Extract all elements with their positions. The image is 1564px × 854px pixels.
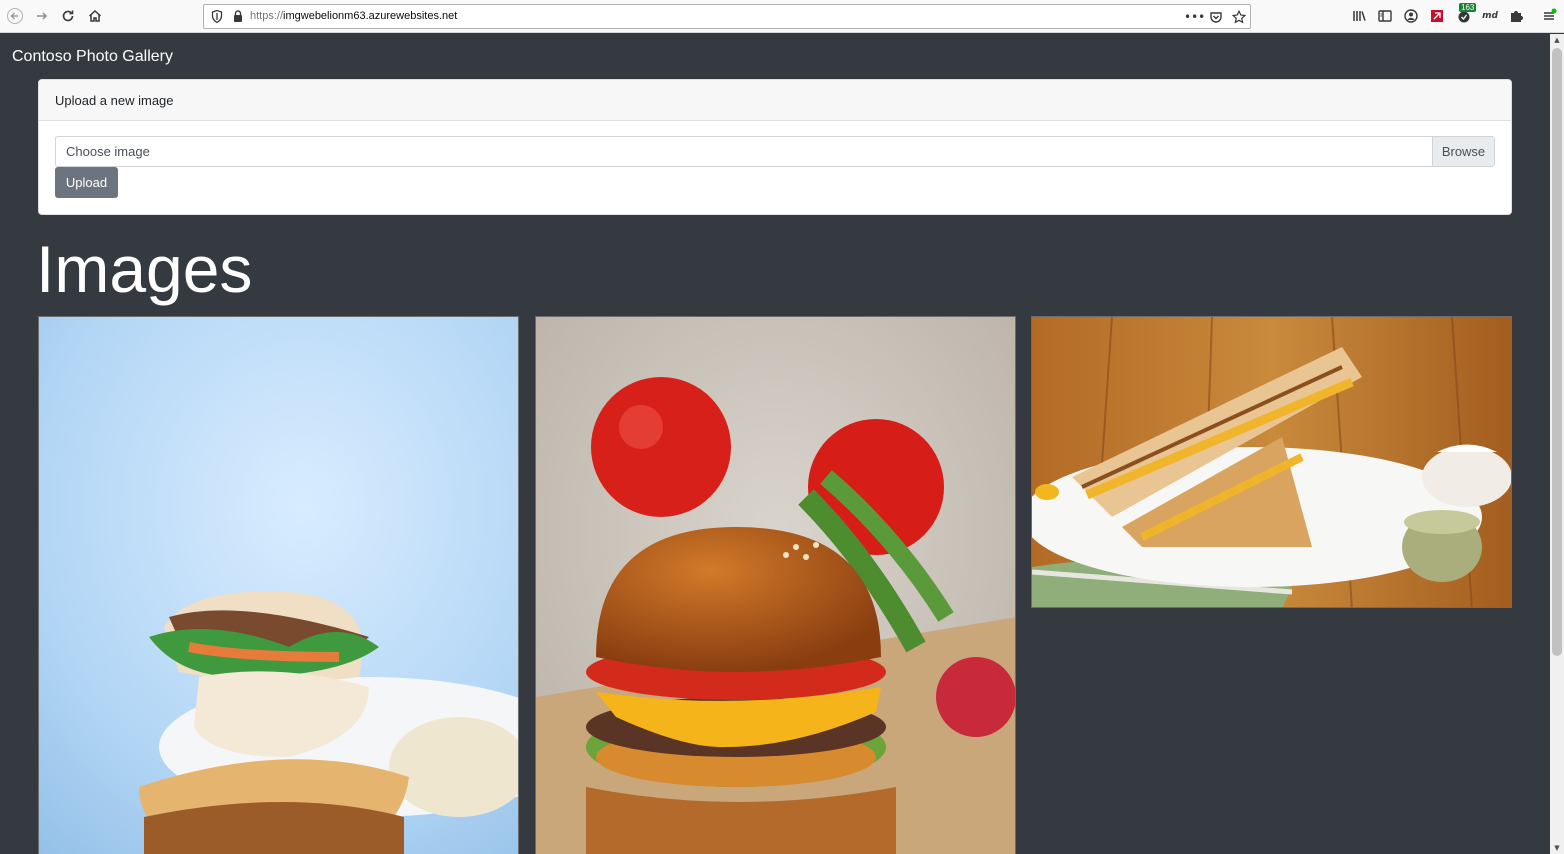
page-actions-menu[interactable]: ••• <box>1184 8 1205 26</box>
file-input-label: Choose image <box>66 144 150 159</box>
browser-toolbar: https://imgwebelionm63.azurewebsites.net… <box>0 0 1564 33</box>
pdf-extension-button[interactable] <box>1426 5 1448 27</box>
upload-card: Upload a new image Choose image Browse U… <box>38 79 1512 215</box>
url-bar[interactable]: https://imgwebelionm63.azurewebsites.net… <box>203 4 1251 29</box>
bookmark-button[interactable] <box>1230 8 1248 26</box>
reload-button[interactable] <box>57 5 79 27</box>
url-scheme: https:// <box>250 10 284 22</box>
hamburger-menu-icon <box>1544 8 1557 20</box>
sidebar-button[interactable] <box>1374 5 1396 27</box>
home-icon <box>88 9 102 22</box>
reload-icon <box>62 10 74 22</box>
url-text[interactable]: https://imgwebelionm63.azurewebsites.net <box>250 5 457 28</box>
home-button[interactable] <box>84 5 106 27</box>
browse-button[interactable]: Browse <box>1432 137 1494 166</box>
page-scrollbar[interactable]: ▲ ▼ <box>1550 34 1564 854</box>
account-button[interactable] <box>1400 5 1422 27</box>
pocket-icon <box>1210 12 1222 23</box>
pdf-extension-icon <box>1431 10 1443 22</box>
sidebar-icon <box>1378 10 1392 22</box>
app-menu-button[interactable] <box>1538 5 1560 27</box>
account-icon <box>1404 9 1418 23</box>
library-button[interactable] <box>1348 5 1370 27</box>
extension-puzzle-button[interactable] <box>1505 5 1527 27</box>
puzzle-icon <box>1511 11 1523 22</box>
gallery-image-2[interactable] <box>535 316 1016 854</box>
burger-photo-icon <box>536 317 1015 854</box>
tracking-shield-icon[interactable] <box>210 9 224 24</box>
lock-icon[interactable] <box>232 9 244 23</box>
page-content: Contoso Photo Gallery Upload a new image… <box>0 34 1550 854</box>
star-icon <box>1231 9 1247 24</box>
gallery-image-3[interactable] <box>1031 316 1512 608</box>
upload-card-header: Upload a new image <box>39 80 1511 121</box>
scroll-down-arrow-icon[interactable]: ▼ <box>1550 842 1564 854</box>
library-icon <box>1353 11 1366 21</box>
url-host: imgwebelionm63.azurewebsites.net <box>283 10 458 22</box>
gallery-image-1[interactable] <box>38 316 519 854</box>
forward-arrow-icon <box>37 12 48 20</box>
back-arrow-icon <box>7 8 23 24</box>
navbar-brand[interactable]: Contoso Photo Gallery <box>12 48 173 66</box>
markdown-extension-button[interactable]: md <box>1479 5 1501 27</box>
extension-badge: 163 <box>1459 3 1477 12</box>
sandwich-photo-icon <box>39 317 518 854</box>
pocket-button[interactable] <box>1207 8 1225 26</box>
images-heading: Images <box>36 232 253 306</box>
upload-button[interactable]: Upload <box>55 167 118 198</box>
forward-button[interactable] <box>31 5 53 27</box>
scroll-thumb[interactable] <box>1552 48 1562 656</box>
grilled-sandwich-photo-icon <box>1032 317 1511 607</box>
back-button[interactable] <box>4 5 26 27</box>
scroll-up-arrow-icon[interactable]: ▲ <box>1550 34 1564 46</box>
file-input[interactable]: Choose image Browse <box>55 136 1495 167</box>
